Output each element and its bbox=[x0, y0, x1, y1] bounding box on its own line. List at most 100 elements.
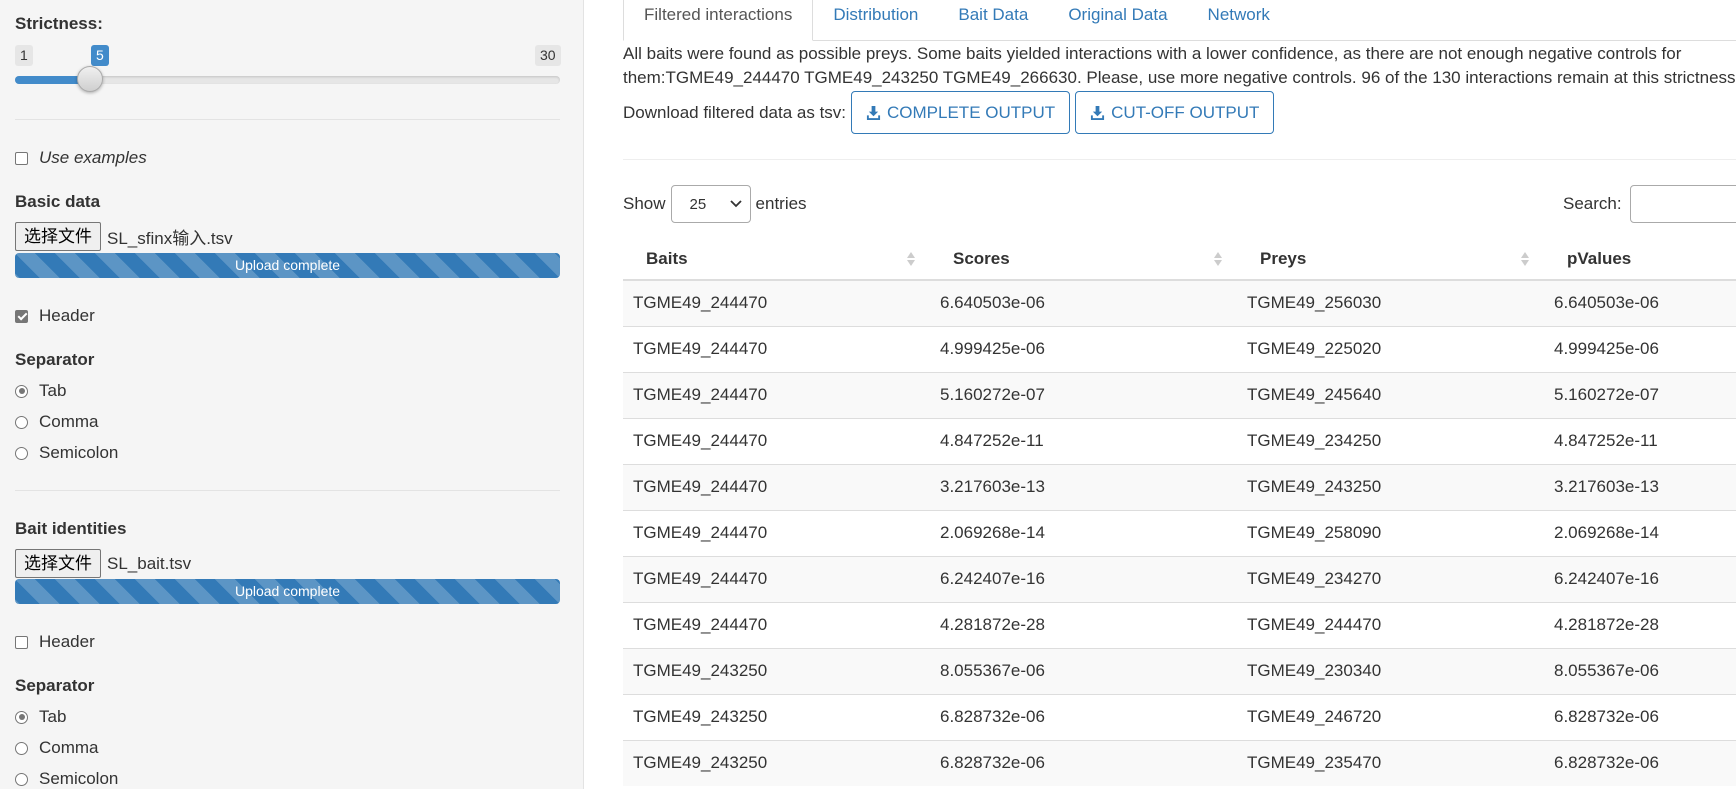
strictness-slider-handle[interactable] bbox=[77, 66, 104, 92]
table-cell: TGME49_244470 bbox=[623, 371, 930, 418]
table-row[interactable]: TGME49_243250 8.055367e-06 TGME49_230340 8.… bbox=[623, 647, 1736, 694]
radio-label: Comma bbox=[39, 738, 99, 757]
column-header-label: pValues bbox=[1567, 248, 1632, 268]
table-cell: 4.281872e-28 bbox=[1544, 601, 1736, 648]
radio-tab[interactable] bbox=[15, 710, 28, 724]
basic-separator-label: Separator bbox=[15, 350, 95, 369]
table-cell: 2.069268e-14 bbox=[1544, 509, 1736, 556]
radio-label: Comma bbox=[39, 412, 99, 431]
radio-label: Semicolon bbox=[39, 443, 119, 462]
slider-value-label: 5 bbox=[91, 45, 109, 66]
basic-separator-option[interactable]: Tab bbox=[15, 381, 66, 401]
radio-semicolon[interactable] bbox=[15, 772, 28, 786]
table-cell: TGME49_244470 bbox=[623, 555, 930, 602]
entries-select-value: 25 bbox=[689, 195, 707, 213]
bait-header-row[interactable]: Header bbox=[15, 632, 95, 652]
bait-separator-label: Separator bbox=[15, 676, 95, 695]
table-cell: TGME49_244470 bbox=[623, 463, 930, 510]
table-cell: TGME49_245640 bbox=[1237, 371, 1544, 418]
column-header-scores[interactable]: Scores bbox=[930, 238, 1237, 281]
sort-both-icon bbox=[1214, 252, 1222, 266]
radio-tab[interactable] bbox=[15, 384, 28, 398]
table-cell: 6.640503e-06 bbox=[930, 279, 1237, 326]
table-row[interactable]: TGME49_244470 5.160272e-07 TGME49_245640 5.… bbox=[623, 371, 1736, 418]
bait-separator-option[interactable]: Semicolon bbox=[15, 769, 118, 789]
table-cell: TGME49_244470 bbox=[1237, 601, 1544, 648]
table-cell: TGME49_243250 bbox=[623, 739, 930, 786]
use-examples-row[interactable]: Use examples bbox=[15, 148, 147, 168]
column-header-label: Baits bbox=[646, 248, 688, 268]
basic-header-row[interactable]: Header bbox=[15, 306, 95, 326]
sort-both-icon bbox=[907, 252, 915, 266]
table-cell: 6.828732e-06 bbox=[930, 739, 1237, 786]
bait-file-input[interactable]: 选择文件 SL_bait.tsv bbox=[15, 549, 191, 578]
bait-separator-option[interactable]: Comma bbox=[15, 738, 99, 758]
entries-select[interactable]: 25 bbox=[670, 185, 751, 223]
use-examples-checkbox[interactable] bbox=[15, 151, 28, 165]
table-row[interactable]: TGME49_244470 2.069268e-14 TGME49_258090 2.… bbox=[623, 509, 1736, 556]
table-cell: 6.640503e-06 bbox=[1544, 279, 1736, 326]
table-row[interactable]: TGME49_244470 6.640503e-06 TGME49_256030 6.… bbox=[623, 279, 1736, 326]
table-cell: TGME49_246720 bbox=[1237, 693, 1544, 740]
table-cell: TGME49_234270 bbox=[1237, 555, 1544, 602]
basic-data-label: Basic data bbox=[15, 192, 101, 211]
table-row[interactable]: TGME49_244470 4.281872e-28 TGME49_244470 4.… bbox=[623, 601, 1736, 648]
download-row: Download filtered data as tsv: COMPLETE … bbox=[623, 91, 1275, 134]
table-cell: TGME49_256030 bbox=[1237, 279, 1544, 326]
interactions-table: Baits Scores Preys pValues TGME49_244470… bbox=[623, 238, 1736, 786]
divider bbox=[15, 119, 560, 120]
table-cell: 4.999425e-06 bbox=[1544, 325, 1736, 372]
choose-file-button[interactable]: 选择文件 bbox=[15, 222, 101, 251]
bait-identities-label: Bait identities bbox=[15, 519, 127, 538]
tab-original-data[interactable]: Original Data bbox=[1048, 0, 1187, 30]
basic-data-file-input[interactable]: 选择文件 SL_sfinx输入.tsv bbox=[15, 222, 233, 251]
bait-separator-option[interactable]: Tab bbox=[15, 707, 66, 727]
table-row[interactable]: TGME49_244470 4.999425e-06 TGME49_225020 4.… bbox=[623, 325, 1736, 372]
table-row[interactable]: TGME49_244470 4.847252e-11 TGME49_234250 4.… bbox=[623, 417, 1736, 464]
divider bbox=[15, 490, 560, 491]
table-row[interactable]: TGME49_243250 6.828732e-06 TGME49_246720 6.… bbox=[623, 693, 1736, 740]
tab-distribution[interactable]: Distribution bbox=[813, 0, 938, 30]
choose-file-button[interactable]: 选择文件 bbox=[15, 549, 101, 578]
tab-filtered-interactions[interactable]: Filtered interactions bbox=[623, 0, 814, 41]
upload-progress-bar: Upload complete bbox=[15, 579, 560, 604]
basic-header-checkbox[interactable] bbox=[15, 309, 28, 323]
radio-comma[interactable] bbox=[15, 741, 28, 755]
cutoff-output-label: CUT-OFF OUTPUT bbox=[1111, 103, 1260, 122]
cutoff-output-button[interactable]: CUT-OFF OUTPUT bbox=[1075, 91, 1275, 134]
show-label: Show bbox=[623, 194, 666, 213]
table-cell: 6.828732e-06 bbox=[1544, 693, 1736, 740]
search-input[interactable] bbox=[1629, 185, 1736, 223]
file-name: SL_sfinx输入.tsv bbox=[107, 229, 233, 248]
bait-header-checkbox[interactable] bbox=[15, 635, 28, 649]
table-row[interactable]: TGME49_244470 3.217603e-13 TGME49_243250 3.… bbox=[623, 463, 1736, 510]
table-cell: 5.160272e-07 bbox=[1544, 371, 1736, 418]
table-cell: 4.847252e-11 bbox=[1544, 417, 1736, 464]
radio-semicolon[interactable] bbox=[15, 446, 28, 460]
table-cell: 6.828732e-06 bbox=[930, 693, 1237, 740]
table-cell: 3.217603e-13 bbox=[930, 463, 1237, 510]
complete-output-button[interactable]: COMPLETE OUTPUT bbox=[851, 91, 1071, 134]
column-header-pvalues[interactable]: pValues bbox=[1544, 238, 1736, 281]
sort-both-icon bbox=[1521, 252, 1529, 266]
search-label: Search: bbox=[1563, 194, 1622, 213]
basic-separator-option[interactable]: Comma bbox=[15, 412, 99, 432]
chevron-down-icon bbox=[729, 200, 742, 208]
table-cell: 6.242407e-16 bbox=[930, 555, 1237, 602]
entries-length-control: Show 25 entries bbox=[623, 185, 807, 223]
file-name: SL_bait.tsv bbox=[107, 553, 192, 573]
radio-comma[interactable] bbox=[15, 415, 28, 429]
table-row[interactable]: TGME49_243250 6.828732e-06 TGME49_235470 6.… bbox=[623, 739, 1736, 786]
download-icon bbox=[1091, 105, 1105, 120]
table-cell: TGME49_258090 bbox=[1237, 509, 1544, 556]
divider bbox=[623, 159, 1736, 160]
table-row[interactable]: TGME49_244470 6.242407e-16 TGME49_234270 6.… bbox=[623, 555, 1736, 602]
status-message-line: them:TGME49_244470 TGME49_243250 TGME49_… bbox=[623, 68, 1736, 87]
basic-separator-option[interactable]: Semicolon bbox=[15, 443, 118, 463]
column-header-baits[interactable]: Baits bbox=[623, 238, 930, 281]
column-header-label: Scores bbox=[953, 248, 1010, 268]
tab-network[interactable]: Network bbox=[1188, 0, 1290, 30]
download-icon bbox=[866, 105, 881, 120]
tab-bait-data[interactable]: Bait Data bbox=[938, 0, 1048, 30]
column-header-preys[interactable]: Preys bbox=[1237, 238, 1544, 281]
